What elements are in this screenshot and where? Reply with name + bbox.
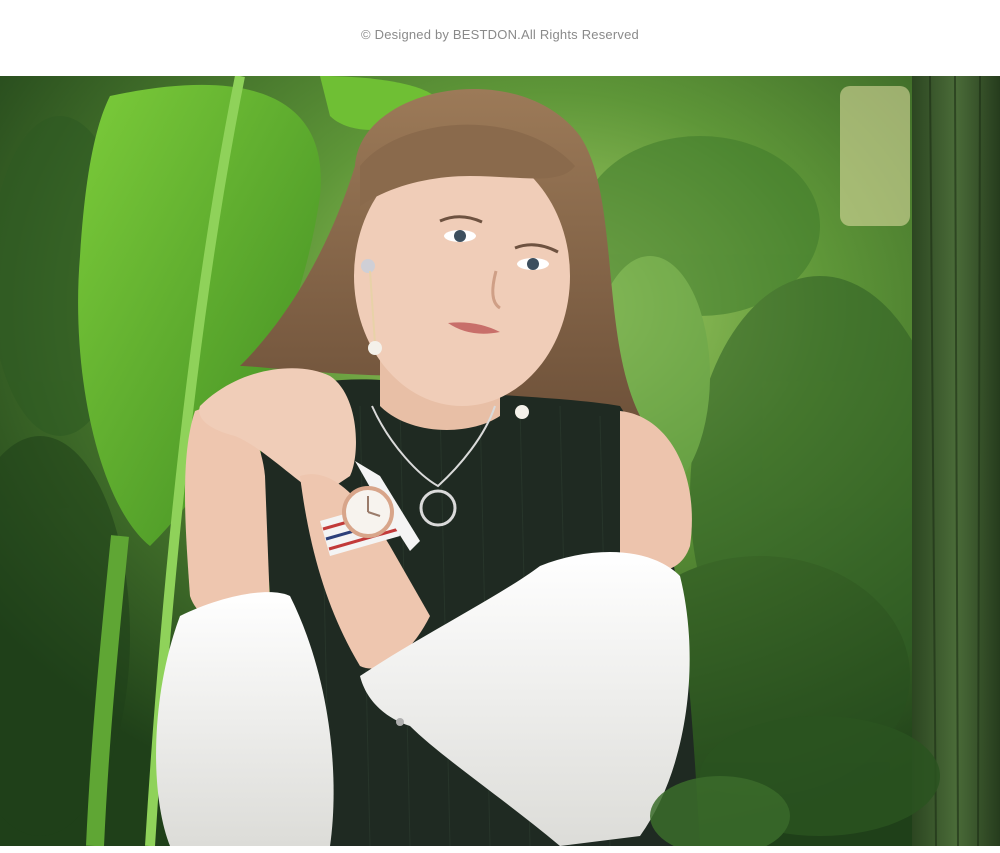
bottom-margin: [0, 846, 1000, 853]
product-photo: [0, 76, 1000, 846]
background-light-panel: [840, 86, 910, 226]
pearl-earring-right: [515, 405, 529, 419]
page-header: © Designed by BESTDON.All Rights Reserve…: [0, 0, 1000, 76]
cuff-button: [396, 718, 404, 726]
copyright-notice: © Designed by BESTDON.All Rights Reserve…: [361, 26, 639, 42]
earring-stud: [361, 259, 375, 273]
photo-illustration: [0, 76, 1000, 846]
pearl-earring-left: [368, 341, 382, 355]
